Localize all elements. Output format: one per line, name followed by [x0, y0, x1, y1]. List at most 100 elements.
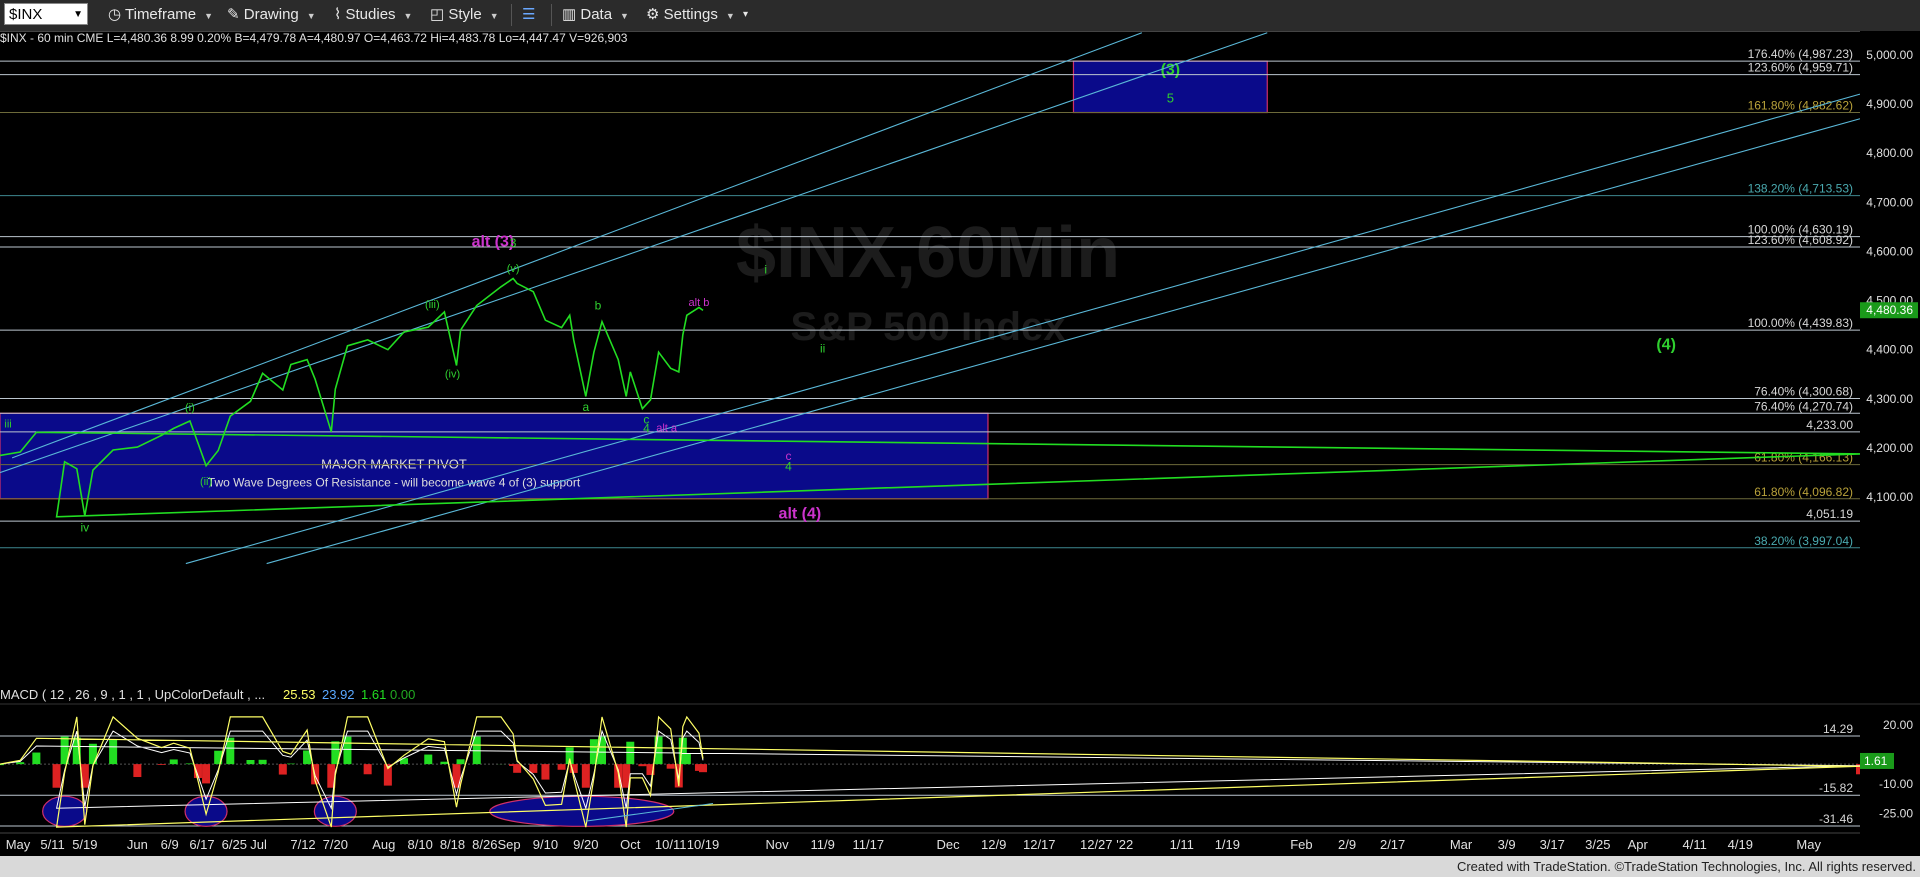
date-tick-label: 6/17 [189, 837, 214, 852]
date-tick-label: 1/19 [1215, 837, 1240, 852]
date-tick-label: 4/11 [1683, 837, 1707, 852]
wave-label: (ii) [200, 476, 212, 488]
date-tick-label: 2/17 [1380, 837, 1405, 852]
symbol-dropdown-icon[interactable]: ▼ [73, 4, 83, 26]
toolbar-divider [511, 4, 512, 26]
chevron-down-icon: ▼ [489, 11, 499, 21]
price-tick-label: 5,000.00 [1866, 48, 1913, 62]
price-tick-label: 4,300.00 [1866, 392, 1913, 406]
macd-level-label: -31.46 [1819, 812, 1853, 826]
style-button[interactable]: ◰ Style ▼ [430, 4, 499, 26]
macd-histogram-bar [699, 764, 707, 773]
zero-value: 0.00 [390, 687, 415, 702]
date-tick-label: 3/9 [1498, 837, 1516, 852]
footer: Created with TradeStation. ©TradeStation… [0, 856, 1920, 877]
date-tick-label: 8/18 [440, 837, 465, 852]
studies-label: Studies [345, 6, 396, 23]
settings-button[interactable]: ⚙ Settings ▼ [646, 4, 735, 26]
toolbar-overflow-icon[interactable]: ▾ [743, 4, 748, 26]
fib-label: 38.20% (3,997.04) [1754, 534, 1853, 548]
date-tick-label: Apr [1628, 837, 1649, 852]
fib-label: 76.40% (4,270.74) [1754, 399, 1853, 413]
style-icon: ◰ [430, 6, 445, 23]
wave-label: (4) [1656, 336, 1676, 353]
fib-label: 123.60% (4,959.71) [1748, 61, 1853, 75]
date-tick-label: 3/17 [1540, 837, 1565, 852]
price-tick-label: 4,200.00 [1866, 441, 1913, 455]
wave-label: a [582, 400, 589, 414]
date-tick-label: 12/9 [981, 837, 1006, 852]
symbol-input[interactable]: $INX ▼ [4, 3, 88, 25]
fib-label: 176.40% (4,987.23) [1748, 47, 1853, 61]
studies-button[interactable]: ⌇ Studies ▼ [334, 4, 412, 26]
macd-histogram-bar [246, 759, 255, 765]
histogram-value: 1.61 [361, 687, 386, 702]
layout-icon[interactable]: ☰ [522, 4, 535, 26]
macd-histogram-bar [109, 739, 118, 765]
watermark-name: S&P 500 Index [791, 305, 1066, 349]
settings-label: Settings [663, 6, 718, 23]
date-tick-label: 9/10 [533, 837, 558, 852]
price-tick-label: 4,400.00 [1866, 343, 1913, 357]
price-tick-label: 4,900.00 [1866, 97, 1913, 111]
date-tick-label: 8/26 [472, 837, 497, 852]
date-tick-label: 7/12 [290, 837, 315, 852]
date-tick-label: 12/17 [1023, 837, 1056, 852]
watermark-symbol: $INX,60Min [736, 213, 1120, 293]
price-tick-label: 4,600.00 [1866, 244, 1913, 258]
fib-label: 76.40% (4,300.68) [1754, 385, 1853, 399]
data-label: Data [580, 6, 613, 23]
wave-label: ii [820, 341, 825, 355]
fib-label: 138.20% (4,713.53) [1748, 182, 1853, 196]
macd-histogram-bar [424, 754, 433, 765]
date-tick-label: 8/10 [408, 837, 433, 852]
macd-histogram-bar [581, 764, 590, 788]
date-tick-label: 4/19 [1728, 837, 1753, 852]
wave-label: alt b [689, 297, 710, 309]
date-tick-label: May [1796, 837, 1821, 852]
date-tick-label: 10/11 [655, 837, 687, 852]
macd-histogram-bar [169, 759, 178, 765]
date-tick-label: 6/25 [222, 837, 247, 852]
signal-value: 23.92 [322, 687, 355, 702]
date-tick-label: 5/19 [72, 837, 97, 852]
drawing-button[interactable]: ✎ Drawing ▼ [227, 4, 316, 26]
date-tick-label: 12/27 [1080, 837, 1113, 852]
macd-histogram-bar [541, 764, 550, 780]
fib-label: 4,051.19 [1806, 507, 1853, 521]
macd-histogram-bar [513, 764, 522, 773]
date-tick-label: Aug [372, 837, 395, 852]
timeframe-button[interactable]: ◷ Timeframe ▼ [108, 4, 213, 26]
wave-label: (iv) [445, 368, 460, 380]
wave-label: 4 [643, 421, 650, 435]
copyright-text: Created with TradeStation. ©TradeStation… [1456, 859, 1916, 874]
macd-histogram-bar [456, 759, 465, 765]
date-tick-label: Oct [620, 837, 641, 852]
chevron-down-icon: ▼ [725, 11, 735, 21]
date-tick-label: May [6, 837, 31, 852]
price-tick-label: 4,700.00 [1866, 195, 1913, 209]
macd-histogram-bar [185, 763, 194, 765]
chart-area[interactable]: $INX,60Min S&P 500 Index MAJOR MARKET PI… [0, 31, 1920, 856]
date-tick-label: 9/20 [573, 837, 598, 852]
macd-histogram-bar [529, 764, 538, 773]
chevron-down-icon: ▼ [204, 11, 214, 21]
date-tick-label: 7/20 [323, 837, 348, 852]
price-tick-label: 4,800.00 [1866, 146, 1913, 160]
date-tick-label: 11/9 [811, 837, 835, 852]
date-tick-label: Mar [1450, 837, 1473, 852]
date-tick-label: Nov [766, 837, 790, 852]
macd-header: MACD ( 12 , 26 , 9 , 1 , 1 , UpColorDefa… [0, 687, 415, 702]
wave-label: 4 [785, 460, 792, 474]
chevron-down-icon: ▼ [620, 11, 629, 21]
wave-label: b [595, 299, 602, 313]
style-label: Style [448, 6, 482, 23]
macd-histogram-bar [258, 759, 267, 765]
fib-label: 4,233.00 [1806, 418, 1853, 432]
pencil-icon: ✎ [227, 6, 240, 23]
date-tick-label: Jun [127, 837, 148, 852]
date-tick-label: Feb [1290, 837, 1312, 852]
data-button[interactable]: ▥ Data ▼ [562, 4, 629, 26]
date-tick-label: Dec [937, 837, 961, 852]
toolbar: $INX ▼ ◷ Timeframe ▼ ✎ Drawing ▼ ⌇ Studies… [0, 0, 1920, 32]
